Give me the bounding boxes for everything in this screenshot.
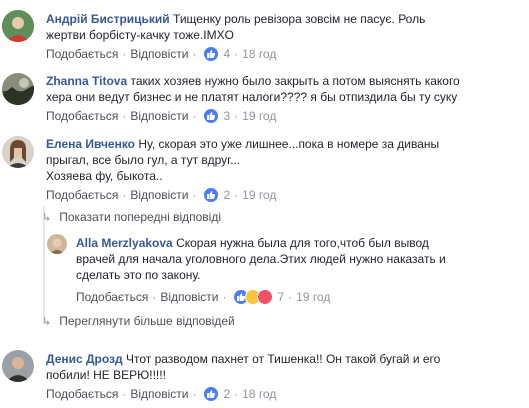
reactions[interactable]: 2 <box>203 386 230 402</box>
separator: · <box>192 387 197 401</box>
person-photo-icon <box>2 350 34 382</box>
reply-text: Скорая нужна была для того,чтоб был выво… <box>176 236 429 250</box>
separator: · <box>192 188 197 202</box>
like-button[interactable]: Подобається <box>46 387 118 401</box>
comment-text: Чтот разводом пахнет от Тишенка!! Он так… <box>125 352 441 366</box>
separator: · <box>234 188 239 202</box>
reaction-count: 4 <box>223 47 231 61</box>
reply-button[interactable]: Відповісти <box>130 47 188 61</box>
love-reaction-icon <box>257 289 274 305</box>
comment-text-line: прыгал, все было гул, а тут вдруг... <box>46 153 241 167</box>
user-avatar-icon[interactable] <box>47 234 67 254</box>
timestamp[interactable]: 19 год <box>296 290 330 304</box>
reply-author[interactable]: Alla Merzlyakova <box>76 236 173 250</box>
show-more-replies-link[interactable]: ↳ Переглянути більше відповідей <box>42 314 235 328</box>
timestamp[interactable]: 18 год <box>242 387 276 401</box>
landscape-photo-icon <box>2 73 34 105</box>
person-photo-icon <box>2 136 34 168</box>
separator: · <box>234 387 239 401</box>
user-avatar-icon[interactable] <box>2 136 34 168</box>
user-avatar-icon[interactable] <box>2 350 34 382</box>
comment-text-line: жертви борбісту-качку тоже.IMXO <box>46 28 234 42</box>
reply-arrow-icon: ↳ <box>42 211 52 224</box>
user-avatar-icon[interactable] <box>2 10 34 42</box>
reaction-count: 2 <box>223 188 231 202</box>
reactions[interactable]: 7 <box>233 289 284 305</box>
separator: · <box>288 290 293 304</box>
separator: · <box>192 109 197 123</box>
person-silhouette-icon <box>2 10 34 42</box>
reaction-count: 3 <box>223 109 231 123</box>
comment-author[interactable]: Андрій Бистрицький <box>46 12 170 26</box>
reply-button[interactable]: Відповісти <box>160 290 218 304</box>
separator: · <box>192 47 197 61</box>
person-photo-icon <box>47 234 67 254</box>
reply-arrow-icon: ↳ <box>42 315 52 328</box>
like-button[interactable]: Подобається <box>46 188 118 202</box>
separator: · <box>234 47 239 61</box>
comment-text-line: побили! НЕ ВЕРЮ!!!!! <box>46 368 166 382</box>
reactions[interactable]: 3 <box>203 108 230 124</box>
timestamp[interactable]: 19 год <box>242 188 276 202</box>
separator: · <box>122 109 127 123</box>
like-reaction-icon <box>203 187 220 203</box>
show-previous-replies-link[interactable]: ↳ Показати попередні відповіді <box>42 210 221 224</box>
comment-text: таких хозяев нужно было закрыть а потом … <box>130 74 460 88</box>
reactions[interactable]: 2 <box>203 187 230 203</box>
like-button[interactable]: Подобається <box>46 47 118 61</box>
reply-text-line: сделать это по закону. <box>76 268 201 282</box>
like-reaction-icon <box>203 386 220 402</box>
comment-text-line: Хозяева фу, быкота.. <box>46 169 163 183</box>
reply-button[interactable]: Відповісти <box>130 188 188 202</box>
comment-author[interactable]: Елена Ивченко <box>46 137 135 151</box>
show-previous-replies-label: Показати попередні відповіді <box>59 210 221 224</box>
timestamp[interactable]: 19 год <box>242 109 276 123</box>
reactions[interactable]: 4 <box>203 46 230 62</box>
comment-text-line: хера они ведут бизнес и не платят налоги… <box>46 90 458 104</box>
comment-text: Тищенку роль ревізора зовсім не пасує. Р… <box>173 12 426 26</box>
comment-text: Ну, скорая это уже лишнее...пока в номер… <box>138 137 440 151</box>
separator: · <box>122 47 127 61</box>
separator: · <box>152 290 157 304</box>
like-reaction-icon <box>203 46 220 62</box>
reaction-count: 7 <box>277 290 285 304</box>
user-avatar-icon[interactable] <box>2 73 34 105</box>
reply-button[interactable]: Відповісти <box>130 109 188 123</box>
comment-author[interactable]: Денис Дрозд <box>46 352 123 366</box>
like-button[interactable]: Подобається <box>76 290 148 304</box>
timestamp[interactable]: 18 год <box>242 47 276 61</box>
reply-button[interactable]: Відповісти <box>130 387 188 401</box>
separator: · <box>234 109 239 123</box>
separator: · <box>122 188 127 202</box>
reply-text-line: врачей для начала уголовного дела.Этих л… <box>76 252 446 266</box>
like-reaction-icon <box>203 108 220 124</box>
reaction-count: 2 <box>223 387 231 401</box>
comment-author[interactable]: Zhanna Titova <box>46 74 127 88</box>
separator: · <box>122 387 127 401</box>
like-button[interactable]: Подобається <box>46 109 118 123</box>
show-more-replies-label: Переглянути більше відповідей <box>59 314 235 328</box>
separator: · <box>222 290 227 304</box>
